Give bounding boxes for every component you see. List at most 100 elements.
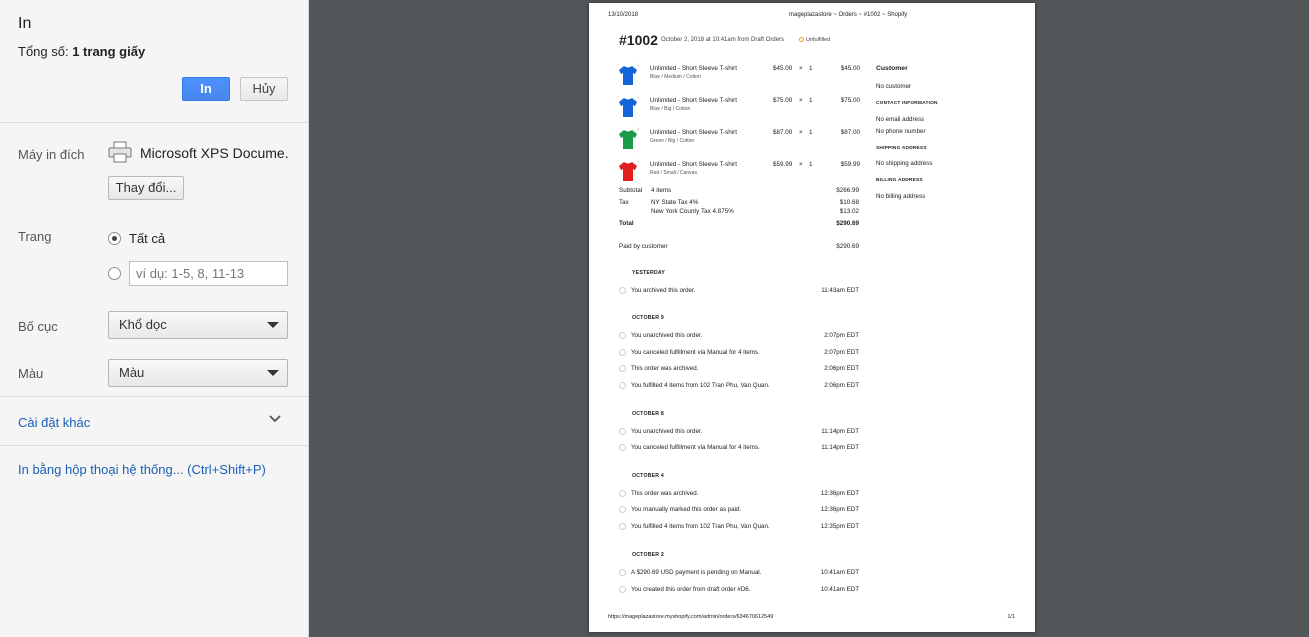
event-text: This order was archived. <box>631 365 699 372</box>
pages-all-label: Tất cả <box>129 231 166 246</box>
printer-name: Microsoft XPS Docume... <box>140 145 290 161</box>
circle-icon <box>619 506 626 513</box>
customer-title: Customer <box>876 65 908 72</box>
divider <box>0 445 309 446</box>
circle-icon <box>619 523 626 530</box>
total-value: 1 trang giấy <box>72 44 146 59</box>
circle-icon <box>619 382 626 389</box>
line-item: 1 Unlimited - Short Sleeve T-shirt Red /… <box>617 158 862 186</box>
tax1-name: NY State Tax 4% <box>651 199 699 206</box>
panel-title: In <box>18 15 32 32</box>
total-value: $290.69 <box>836 220 859 227</box>
event-time: 2:06pm EDT <box>824 382 859 389</box>
tax-label: Tax <box>619 199 629 206</box>
paid-value: $290.69 <box>836 243 859 250</box>
item-quantity: 1 <box>809 129 813 136</box>
subtotal-items: 4 items <box>651 187 672 194</box>
print-button[interactable]: In <box>182 77 230 101</box>
event-text: This order was archived. <box>631 490 699 497</box>
quantity-badge: 1 <box>637 94 640 99</box>
order-number: #1002 <box>619 32 658 48</box>
times-sign: × <box>799 129 803 136</box>
pages-all-radio[interactable] <box>108 232 121 245</box>
tax2-value: $13.02 <box>839 208 859 215</box>
system-dialog-link[interactable]: In bằng hộp thoại hệ thống... (Ctrl+Shif… <box>18 462 266 477</box>
event-text: You unarchived this order. <box>631 332 703 339</box>
contact-heading: CONTACT INFORMATION <box>876 101 938 106</box>
item-quantity: 1 <box>809 65 813 72</box>
item-quantity: 1 <box>809 161 813 168</box>
item-variant: Green / Big / Cotton <box>650 138 695 144</box>
more-settings-link[interactable]: Cài đặt khác <box>18 415 90 430</box>
pages-custom-radio[interactable] <box>108 267 121 280</box>
event-time: 2:06pm EDT <box>824 365 859 372</box>
page-count: 1/1 <box>1007 614 1015 620</box>
item-price: $87.00 <box>773 129 793 136</box>
customer-email: No email address <box>876 116 925 123</box>
times-sign: × <box>799 161 803 168</box>
status-badge: Unfulfilled <box>799 37 830 43</box>
circle-icon <box>619 287 626 294</box>
item-name: Unlimited - Short Sleeve T-shirt <box>650 97 738 104</box>
billing-address: No billing address <box>876 193 926 200</box>
print-dialog: In Tổng số: 1 trang giấy In Hủy Máy in đ… <box>0 0 1309 637</box>
printer-icon <box>108 141 132 163</box>
times-sign: × <box>799 65 803 72</box>
layout-value: Khổ dọc <box>119 317 167 332</box>
layout-label: Bố cục <box>18 319 58 334</box>
item-price: $59.99 <box>773 161 793 168</box>
tshirt-icon <box>619 162 637 181</box>
quantity-badge: 1 <box>637 158 640 163</box>
event-time: 11:14pm EDT <box>821 428 859 435</box>
item-total: $59.99 <box>840 161 860 168</box>
page-total: Tổng số: 1 trang giấy <box>18 44 145 59</box>
total-label: Total <box>619 220 634 227</box>
item-total: $75.00 <box>840 97 860 104</box>
color-select[interactable]: Màu <box>108 359 288 387</box>
divider <box>0 122 309 123</box>
timeline-date: YESTERDAY <box>632 270 666 276</box>
event-text: You created this order from draft order … <box>631 586 751 593</box>
timeline-date: OCTOBER 4 <box>632 473 664 479</box>
circle-icon <box>619 490 626 497</box>
event-text: You canceled fulfillment via Manual for … <box>631 349 760 356</box>
item-total: $87.00 <box>840 129 860 136</box>
tshirt-icon <box>619 130 637 149</box>
item-quantity: 1 <box>809 97 813 104</box>
timeline-date: OCTOBER 2 <box>632 552 664 558</box>
subtotal-label: Subtotal <box>619 187 643 194</box>
timeline-date: OCTOBER 9 <box>632 315 664 321</box>
circle-icon <box>619 428 626 435</box>
layout-select[interactable]: Khổ dọc <box>108 311 288 339</box>
order-meta: October 2, 2018 at 10:41am from Draft Or… <box>661 37 785 43</box>
chevron-down-icon[interactable] <box>268 414 282 424</box>
tax1-value: $10.68 <box>839 199 859 206</box>
page-url: https://mageplazastore.myshopify.com/adm… <box>608 614 774 620</box>
event-time: 2:07pm EDT <box>824 349 859 356</box>
item-variant: Red / Small / Canvas <box>650 170 697 176</box>
status-text: Unfulfilled <box>806 37 831 43</box>
shipping-heading: SHIPPING ADDRESS <box>876 146 927 151</box>
event-text: You fulfilled 4 items from 102 Tran Phu,… <box>631 523 770 530</box>
change-printer-button[interactable]: Thay đổi... <box>108 176 184 200</box>
event-time: 12:35pm EDT <box>820 523 859 530</box>
item-price: $45.00 <box>773 65 793 72</box>
event-text: You canceled fulfillment via Manual for … <box>631 444 760 451</box>
event-time: 11:14pm EDT <box>821 444 859 451</box>
line-item: 1 Unlimited - Short Sleeve T-shirt Green… <box>617 126 862 154</box>
item-total: $45.00 <box>840 65 860 72</box>
cancel-button[interactable]: Hủy <box>240 77 288 101</box>
event-text: You unarchived this order. <box>631 428 703 435</box>
page-date: 13/10/2018 <box>608 12 639 18</box>
pages-range-input[interactable]: ví dụ: 1-5, 8, 11-13 <box>129 261 288 286</box>
item-name: Unlimited - Short Sleeve T-shirt <box>650 161 738 168</box>
event-time: 11:43am EDT <box>821 287 859 294</box>
tax2-name: New York County Tax 4.875% <box>651 208 734 215</box>
circle-icon <box>619 444 626 451</box>
item-price: $75.00 <box>773 97 793 104</box>
customer-phone: No phone number <box>876 128 926 135</box>
status-dot-icon <box>799 37 804 42</box>
pages-label: Trang <box>18 229 52 244</box>
event-text: A $290.69 USD payment is pending on Manu… <box>631 569 762 576</box>
dropdown-arrow-icon <box>267 322 279 328</box>
